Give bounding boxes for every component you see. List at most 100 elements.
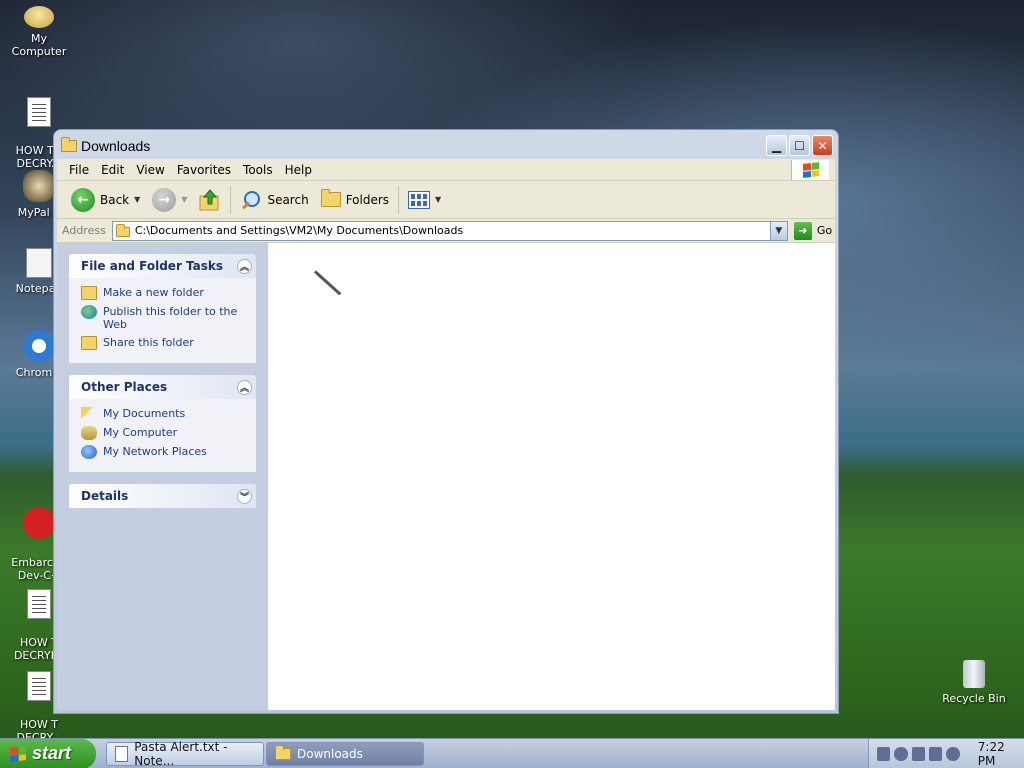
desktop-icon-label: Recycle Bin [942,692,1006,705]
folder-up-icon [199,188,219,210]
place-my-network-places[interactable]: My Network Places [81,445,246,459]
notepad-icon [115,745,129,762]
task-label: Share this folder [103,336,194,349]
mouse-cursor [313,270,342,296]
task-make-new-folder[interactable]: Make a new folder [81,286,246,300]
place-label: My Documents [103,407,186,420]
window-controls: ▁ ☐ ✕ [766,135,833,156]
address-input[interactable]: C:\Documents and Settings\VM2\My Documen… [111,220,788,241]
go-button[interactable]: ➜ Go [793,221,833,240]
go-arrow-icon: ➜ [793,221,812,240]
close-button[interactable]: ✕ [812,135,833,156]
folders-button[interactable]: Folders [315,184,395,216]
help-icon[interactable] [946,747,960,761]
menu-file[interactable]: File [63,163,95,177]
other-places-header[interactable]: Other Places ︽ [69,375,256,399]
dropdown-caret-icon: ▼ [134,195,141,204]
address-bar: Address C:\Documents and Settings\VM2\My… [57,219,835,243]
network-icon[interactable] [911,747,926,761]
address-label: Address [62,224,106,237]
display-icon[interactable] [929,747,943,761]
back-button[interactable]: ← Back ▼ [65,184,146,216]
menu-bar: File Edit View Favorites Tools Help [57,159,835,181]
place-my-documents[interactable]: My Documents [81,407,246,421]
dev-cpp-icon [23,507,55,539]
windows-logo-icon [791,160,829,180]
back-label: Back [100,192,130,207]
menu-tools[interactable]: Tools [237,163,279,177]
keyboard-icon[interactable] [877,747,891,761]
notepad-plus-icon [26,248,52,278]
title-bar[interactable]: Downloads ▁ ☐ ✕ [57,133,835,159]
folder-icon [115,224,130,237]
back-arrow-icon: ← [71,187,95,212]
views-icon [408,190,431,209]
text-file-icon [27,97,51,127]
my-documents-icon [81,407,97,421]
task-label: Make a new folder [103,286,204,299]
minimize-button[interactable]: ▁ [766,135,787,156]
forward-button[interactable]: → ▼ [146,184,193,216]
file-folder-tasks-header[interactable]: File and Folder Tasks ︽ [69,254,256,278]
content-area: File and Folder Tasks ︽ Make a new folde… [57,243,835,710]
start-button[interactable]: start [0,738,96,768]
other-places-panel: Other Places ︽ My Documents My Computer … [69,375,256,472]
taskbar-item-downloads[interactable]: Downloads [266,741,424,766]
go-label: Go [816,224,833,237]
menu-view[interactable]: View [130,163,170,177]
desktop-icon-my-computer[interactable]: My Computer [2,6,76,58]
taskbar: start Pasta Alert.txt - Note... Download… [0,738,1024,768]
panel-title: File and Folder Tasks [81,259,224,273]
collapse-chevron-icon[interactable]: ︽ [237,258,252,274]
file-folder-tasks-panel: File and Folder Tasks ︽ Make a new folde… [69,254,256,363]
menu-help[interactable]: Help [279,163,318,177]
place-label: My Computer [103,426,178,439]
expand-chevron-icon[interactable]: ︾ [237,488,252,504]
text-file-icon [27,671,51,701]
views-button[interactable]: ▼ [402,184,447,216]
dropdown-caret-icon: ▼ [181,195,188,204]
folders-icon [320,189,341,207]
task-label: Publish this folder to the Web [103,305,238,331]
explorer-window: Downloads ▁ ☐ ✕ File Edit View Favorites… [53,129,839,714]
toolbar: ← Back ▼ → ▼ Search Folders ▼ [57,181,835,219]
clock[interactable]: 7:22 PM [978,740,1024,768]
folder-icon [275,744,291,760]
menu-edit[interactable]: Edit [95,163,130,177]
address-dropdown-icon[interactable]: ▼ [769,221,787,240]
task-publish-folder[interactable]: Publish this folder to the Web [81,305,246,331]
computer-icon [24,6,54,28]
share-folder-icon [81,336,97,350]
dropdown-caret-icon: ▼ [435,195,442,204]
task-share-folder[interactable]: Share this folder [81,336,246,350]
place-my-computer[interactable]: My Computer [81,426,246,440]
back-arrow-tray-icon[interactable] [894,747,908,761]
folder-icon [61,137,77,152]
taskbar-item-label: Pasta Alert.txt - Note... [134,739,228,768]
new-folder-icon [81,286,97,300]
taskbar-item-notepad[interactable]: Pasta Alert.txt - Note... [106,739,264,768]
up-button[interactable] [193,184,227,216]
details-panel: Details ︾ [69,484,256,508]
toolbar-separator [398,185,400,214]
search-label: Search [267,192,309,207]
window-title: Downloads [81,138,151,154]
maximize-button[interactable]: ☐ [789,135,810,156]
text-file-icon [27,589,51,619]
collapse-chevron-icon[interactable]: ︽ [237,379,252,395]
task-pane: File and Folder Tasks ︽ Make a new folde… [57,243,268,710]
folders-label: Folders [345,192,390,207]
publish-web-icon [81,305,97,319]
panel-title: Details [81,489,129,503]
chromium-icon [23,330,55,362]
file-list-area[interactable] [268,243,835,710]
search-button[interactable]: Search [234,184,314,216]
desktop-icon-recycle-bin[interactable]: Recycle Bin [937,660,1011,705]
start-label: start [32,743,72,763]
mypal-icon [23,170,55,202]
menu-favorites[interactable]: Favorites [171,163,237,177]
taskbar-item-label: Downloads [297,746,363,761]
recycle-bin-icon [963,660,985,688]
details-header[interactable]: Details ︾ [69,484,256,508]
system-tray: 7:22 PM [868,739,1024,768]
